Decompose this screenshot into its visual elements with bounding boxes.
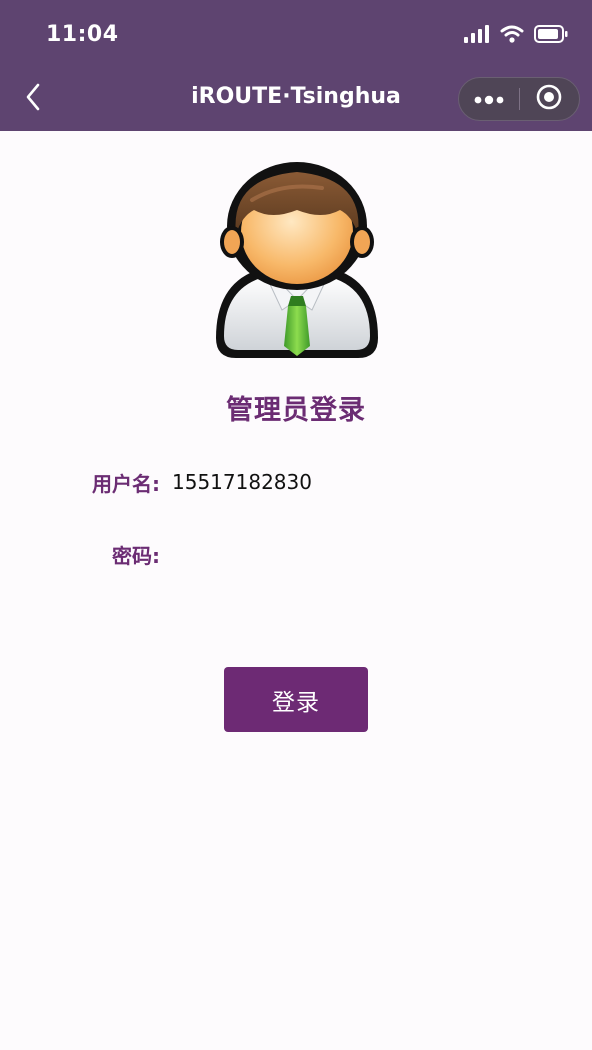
wifi-icon: [500, 25, 524, 47]
battery-icon: [534, 25, 568, 47]
close-target-icon: [535, 83, 563, 115]
miniprogram-capsule: [458, 77, 580, 121]
close-miniprogram-button[interactable]: [520, 78, 580, 120]
cellular-signal-icon: [464, 25, 490, 47]
username-label: 用户名:: [92, 472, 160, 496]
more-button[interactable]: [459, 78, 519, 120]
password-label: 密码:: [112, 544, 160, 568]
status-icons: [464, 24, 568, 48]
top-bar: 11:04 iROUTE·Tsinghua: [0, 0, 592, 131]
username-field[interactable]: 15517182830: [172, 467, 472, 497]
password-field[interactable]: [172, 539, 472, 569]
admin-avatar: [212, 160, 382, 364]
more-dots-icon: [474, 90, 504, 109]
status-time: 11:04: [46, 22, 119, 47]
login-button[interactable]: 登录: [224, 667, 368, 732]
login-title: 管理员登录: [226, 395, 366, 426]
